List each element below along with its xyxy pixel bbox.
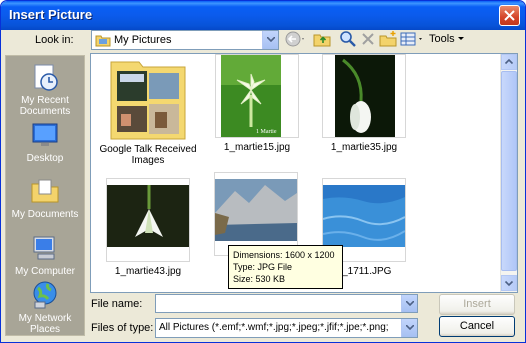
chevron-up-icon bbox=[504, 58, 514, 65]
close-icon bbox=[504, 10, 515, 21]
back-arrow-icon bbox=[285, 31, 304, 47]
mountain-lake-image bbox=[215, 179, 297, 241]
file-info-tooltip: Dimensions: 1600 x 1200 Type: JPG File S… bbox=[228, 245, 343, 289]
image-thumbnail bbox=[214, 172, 298, 256]
scroll-thumb[interactable] bbox=[501, 71, 517, 271]
chevron-down-icon bbox=[457, 37, 464, 41]
tooltip-size: Size: 530 KB bbox=[233, 274, 286, 284]
place-my-computer[interactable]: My Computer bbox=[6, 233, 84, 277]
tooltip-dimensions: Dimensions: 1600 x 1200 bbox=[233, 250, 335, 260]
place-desktop[interactable]: Desktop bbox=[6, 120, 84, 164]
scroll-up-button[interactable] bbox=[501, 54, 517, 70]
file-type-value: All Pictures (*.emf;*.wmf;*.jpg;*.jpeg;*… bbox=[159, 322, 389, 333]
image-thumbnail bbox=[322, 54, 406, 138]
recent-documents-icon bbox=[34, 64, 58, 91]
my-documents-icon bbox=[31, 179, 59, 203]
tools-label: Tools bbox=[429, 33, 455, 45]
new-folder-button[interactable] bbox=[379, 30, 397, 50]
place-label: Desktop bbox=[26, 153, 64, 164]
file-type-dropdown-button[interactable] bbox=[401, 319, 417, 337]
up-folder-icon bbox=[313, 34, 331, 47]
search-icon bbox=[340, 31, 356, 47]
views-button[interactable] bbox=[400, 30, 426, 50]
insert-picture-dialog: Insert Picture Look in: My Pictures Tool… bbox=[0, 0, 526, 343]
file-name-dropdown-button[interactable] bbox=[401, 295, 417, 312]
insert-button[interactable]: Insert bbox=[439, 294, 515, 315]
image-thumbnail: 1 Martie bbox=[215, 54, 299, 138]
place-recent-documents[interactable]: My Recent Documents bbox=[6, 62, 84, 117]
delete-button[interactable] bbox=[360, 30, 376, 50]
image-thumbnail bbox=[106, 178, 190, 262]
lookin-dropdown-button[interactable] bbox=[262, 31, 278, 49]
lookin-value: My Pictures bbox=[114, 34, 172, 46]
place-label: My Computer bbox=[14, 266, 75, 277]
cancel-button[interactable]: Cancel bbox=[439, 316, 515, 337]
places-bar: My Recent Documents Desktop My Documents bbox=[5, 55, 85, 336]
lookin-label: Look in: bbox=[35, 34, 74, 46]
place-my-documents[interactable]: My Documents bbox=[6, 176, 84, 220]
file-type-label: Files of type: bbox=[91, 322, 154, 334]
delete-icon bbox=[362, 33, 374, 45]
folder-icon bbox=[110, 61, 186, 140]
vertical-scrollbar[interactable] bbox=[500, 54, 517, 292]
folder-thumbnail bbox=[107, 58, 189, 140]
chevron-down-icon bbox=[504, 280, 514, 287]
place-network-places[interactable]: My Network Places bbox=[6, 280, 84, 335]
list-item[interactable]: 1 Martie 1_martie15.jpg bbox=[202, 54, 312, 153]
file-name: 1_martie43.jpg bbox=[114, 266, 182, 277]
search-web-button[interactable] bbox=[339, 30, 357, 50]
file-name-combo[interactable] bbox=[155, 294, 418, 313]
close-button[interactable] bbox=[499, 5, 520, 26]
chevron-down-icon bbox=[406, 301, 414, 306]
file-name: 1_martie35.jpg bbox=[330, 142, 398, 153]
place-label: My Recent Documents bbox=[19, 95, 71, 117]
file-name-label: File name: bbox=[91, 298, 143, 310]
scroll-down-button[interactable] bbox=[501, 275, 517, 291]
svg-text:1 Martie: 1 Martie bbox=[256, 129, 277, 135]
lookin-dropdown[interactable]: My Pictures bbox=[91, 30, 279, 50]
tools-menu[interactable]: Tools bbox=[429, 33, 464, 45]
tooltip-type: Type: JPG File bbox=[233, 262, 293, 272]
file-name: 1_martie15.jpg bbox=[223, 142, 291, 153]
place-label: My Documents bbox=[11, 209, 79, 220]
file-name: Google Talk Received Images bbox=[99, 144, 197, 166]
flower-image: 1 Martie bbox=[221, 55, 281, 137]
place-label: My Network Places bbox=[18, 313, 72, 335]
chevron-down-icon bbox=[267, 37, 275, 42]
new-folder-icon bbox=[379, 31, 397, 47]
list-item[interactable]: Google Talk Received Images bbox=[93, 58, 203, 166]
back-button[interactable] bbox=[284, 30, 306, 50]
my-computer-icon bbox=[33, 236, 55, 260]
chevron-down-icon bbox=[406, 325, 414, 330]
list-item[interactable]: 1_martie35.jpg bbox=[309, 54, 419, 153]
my-pictures-folder-icon bbox=[95, 35, 111, 47]
snowdrop-image bbox=[107, 185, 189, 247]
up-one-level-button[interactable] bbox=[313, 30, 331, 50]
views-icon bbox=[400, 32, 422, 46]
desktop-icon bbox=[32, 123, 58, 146]
file-name: 0_1711.JPG bbox=[336, 266, 392, 277]
title-bar[interactable]: Insert Picture bbox=[1, 1, 525, 30]
file-type-dropdown[interactable]: All Pictures (*.emf;*.wmf;*.jpg;*.jpeg;*… bbox=[155, 318, 418, 338]
list-item[interactable]: 1_martie43.jpg bbox=[93, 178, 203, 277]
snowdrop-image bbox=[335, 55, 395, 137]
dialog-title: Insert Picture bbox=[9, 7, 93, 22]
network-places-icon bbox=[33, 281, 57, 309]
